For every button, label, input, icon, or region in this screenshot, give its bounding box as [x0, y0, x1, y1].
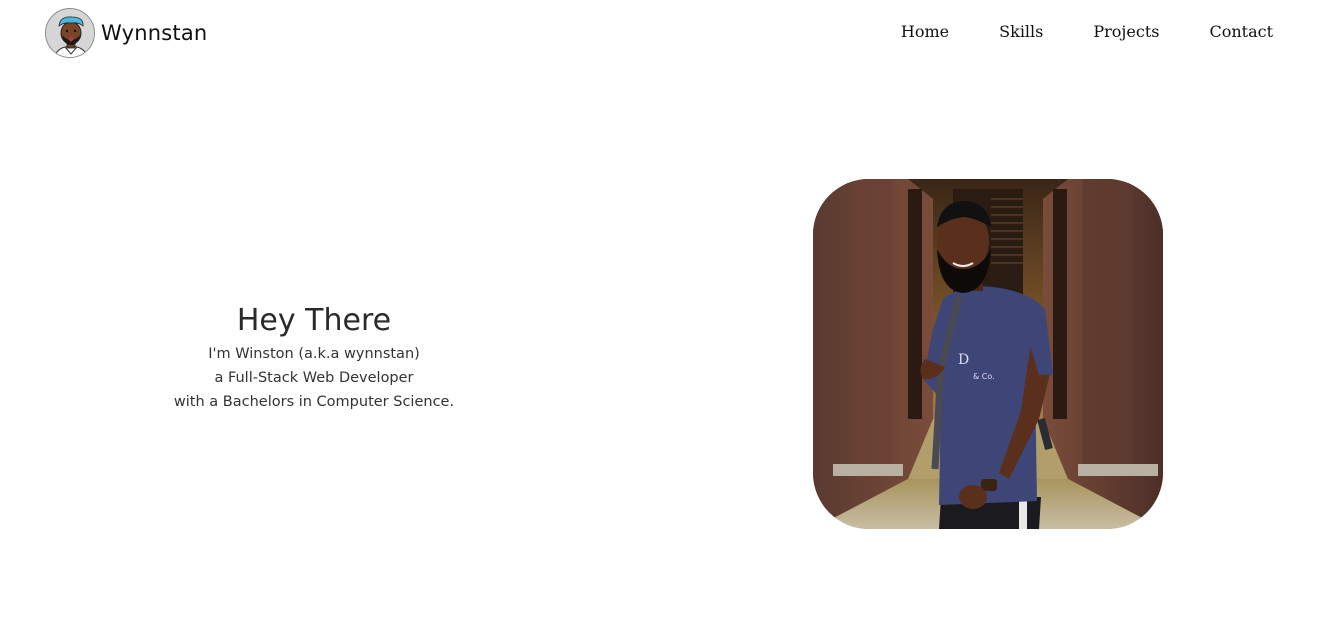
- hero-intro: Hey There I'm Winston (a.k.a wynnstan) a…: [150, 300, 478, 414]
- nav-item-skills: Skills: [999, 22, 1043, 42]
- nav-item-home: Home: [901, 22, 949, 42]
- hero-line-role: a Full-Stack Web Developer: [214, 370, 414, 386]
- brand-name: Wynnstan: [101, 21, 208, 45]
- nav-link-contact[interactable]: Contact: [1209, 22, 1273, 41]
- svg-text:D: D: [958, 352, 969, 368]
- nav-link-skills[interactable]: Skills: [999, 22, 1043, 41]
- profile-photo: D & Co.: [813, 179, 1163, 529]
- nav-item-contact: Contact: [1209, 22, 1273, 42]
- hero-title: Hey There: [236, 303, 392, 338]
- navbar: Wynnstan Home Skills Projects Contact: [0, 0, 1334, 68]
- nav-menu: Home Skills Projects Contact: [901, 22, 1273, 42]
- brand-link[interactable]: Wynnstan: [45, 8, 207, 58]
- svg-text:& Co.: & Co.: [973, 372, 995, 381]
- hero-line-name: I'm Winston (a.k.a wynnstan): [208, 346, 420, 362]
- hero-line-degree: with a Bachelors in Computer Science.: [173, 394, 455, 410]
- nav-item-projects: Projects: [1093, 22, 1159, 42]
- nav-link-projects[interactable]: Projects: [1093, 22, 1159, 41]
- avatar-icon: [45, 8, 95, 58]
- nav-link-home[interactable]: Home: [901, 22, 949, 41]
